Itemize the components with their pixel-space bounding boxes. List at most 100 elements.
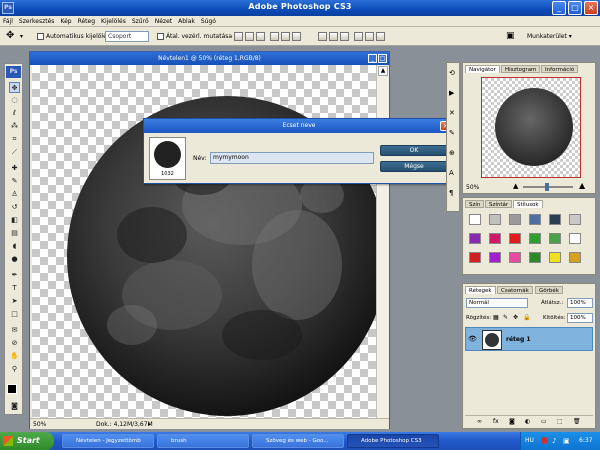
lasso-tool-icon[interactable]: ℓ xyxy=(9,108,20,119)
style-swatch[interactable] xyxy=(529,252,541,263)
move-tool-icon[interactable]: ✥ xyxy=(9,82,20,93)
auto-select-dropdown[interactable]: Csoport xyxy=(105,31,149,42)
history-panel-icon[interactable]: ⟲ xyxy=(449,69,455,77)
minimize-icon[interactable]: _ xyxy=(552,1,566,15)
clone-source-icon[interactable]: ⊕ xyxy=(449,149,455,157)
navigator-zoom[interactable]: 50% xyxy=(466,184,479,191)
menu-file[interactable]: Fájl xyxy=(0,16,16,26)
style-swatch[interactable] xyxy=(489,233,501,244)
link-layers-icon[interactable]: ∞ xyxy=(477,418,482,425)
opacity-field[interactable]: 100% xyxy=(567,298,593,308)
align-center-icon[interactable] xyxy=(281,32,290,41)
style-swatch[interactable] xyxy=(549,233,561,244)
doc-info-arrow-icon[interactable]: ▸ xyxy=(148,421,151,428)
healing-brush-icon[interactable]: ✚ xyxy=(9,163,20,174)
layer-style-icon[interactable]: fx xyxy=(493,418,499,425)
brush-tool-icon[interactable]: ✎ xyxy=(9,176,20,187)
layer-mask-icon[interactable]: ◙ xyxy=(509,418,515,425)
distribute-right-icon[interactable] xyxy=(376,32,385,41)
style-swatch[interactable] xyxy=(529,214,541,225)
align-bottom-icon[interactable] xyxy=(256,32,265,41)
fill-field[interactable]: 100% xyxy=(567,313,593,323)
doc-minimize-icon[interactable]: _ xyxy=(368,54,377,63)
adjustment-layer-icon[interactable]: ◐ xyxy=(525,418,530,425)
maximize-icon[interactable]: □ xyxy=(568,1,582,15)
auto-select-checkbox[interactable] xyxy=(37,33,44,40)
tab-color[interactable]: Szín xyxy=(465,200,485,208)
taskbar-item-photoshop[interactable]: Adobe Photoshop CS3 xyxy=(347,434,439,448)
network-icon[interactable]: ▣ xyxy=(563,432,570,450)
blend-mode-dropdown[interactable]: Normál xyxy=(466,298,528,308)
style-swatch[interactable] xyxy=(489,214,501,225)
distribute-middle-icon[interactable] xyxy=(329,32,338,41)
style-swatch[interactable] xyxy=(509,214,521,225)
dodge-tool-icon[interactable]: ● xyxy=(9,254,20,265)
marquee-tool-icon[interactable]: ◌ xyxy=(9,95,20,106)
zoom-tool-icon[interactable]: ⚲ xyxy=(9,364,20,375)
style-swatch[interactable] xyxy=(469,233,481,244)
foreground-color-swatch[interactable] xyxy=(7,384,17,394)
workspace-button[interactable]: Munkaterület ▾ xyxy=(527,33,572,40)
menu-help[interactable]: Súgó xyxy=(198,16,219,26)
brush-name-input[interactable]: mymymoon xyxy=(210,152,374,164)
tab-navigator[interactable]: Navigátor xyxy=(465,65,500,73)
menu-edit[interactable]: Szerkesztés xyxy=(16,16,58,26)
distribute-left-icon[interactable] xyxy=(354,32,363,41)
menu-view[interactable]: Nézet xyxy=(152,16,175,26)
align-left-icon[interactable] xyxy=(270,32,279,41)
lock-position-icon[interactable]: ✥ xyxy=(513,314,518,321)
eyedropper-tool-icon[interactable]: ⊘ xyxy=(9,338,20,349)
quick-mask-icon[interactable]: ◙ xyxy=(9,401,20,412)
distribute-center-icon[interactable] xyxy=(365,32,374,41)
new-layer-icon[interactable]: ⬚ xyxy=(557,418,563,425)
type-tool-icon[interactable]: T xyxy=(9,283,20,294)
crop-tool-icon[interactable]: ⌗ xyxy=(9,134,20,145)
zoom-slider[interactable] xyxy=(523,183,573,191)
tab-layers[interactable]: Rétegek xyxy=(465,286,496,294)
ok-button[interactable]: OK xyxy=(380,145,448,156)
volume-icon[interactable]: ♪ xyxy=(552,432,556,450)
tab-channels[interactable]: Csatornák xyxy=(497,286,533,294)
distribute-top-icon[interactable] xyxy=(318,32,327,41)
lock-all-icon[interactable]: 🔒 xyxy=(523,314,530,321)
style-swatch[interactable] xyxy=(509,252,521,263)
hand-tool-icon[interactable]: ✋ xyxy=(9,351,20,362)
style-swatch[interactable] xyxy=(569,252,581,263)
lock-pixels-icon[interactable]: ✎ xyxy=(503,314,508,321)
pen-tool-icon[interactable]: ✒ xyxy=(9,270,20,281)
taskbar-item-brush[interactable]: brush xyxy=(157,434,249,448)
workspace-icon[interactable]: ▣ xyxy=(506,31,515,41)
transform-controls-checkbox[interactable] xyxy=(157,33,164,40)
zoom-out-icon[interactable]: ▲ xyxy=(513,182,518,190)
style-swatch[interactable] xyxy=(489,252,501,263)
tool-presets-icon[interactable]: ✕ xyxy=(449,109,455,117)
style-swatch[interactable] xyxy=(549,214,561,225)
character-panel-icon[interactable]: A xyxy=(449,169,454,177)
menu-filter[interactable]: Szűrő xyxy=(129,16,152,26)
path-selection-icon[interactable]: ➤ xyxy=(9,296,20,307)
taskbar-item-browser[interactable]: Szöveg és web - Goo... xyxy=(252,434,344,448)
eraser-tool-icon[interactable]: ◧ xyxy=(9,215,20,226)
close-icon[interactable]: × xyxy=(584,1,598,15)
tab-paths[interactable]: Görbék xyxy=(535,286,563,294)
tab-styles[interactable]: Stílusok xyxy=(513,200,543,208)
taskbar-item-notepad[interactable]: Névtelen - Jegyzettömb xyxy=(62,434,154,448)
layer-name[interactable]: réteg 1 xyxy=(506,336,531,343)
blur-tool-icon[interactable]: ◖ xyxy=(9,241,20,252)
scroll-up-icon[interactable]: ▲ xyxy=(378,66,388,76)
new-group-icon[interactable]: ▭ xyxy=(541,418,547,425)
move-tool-icon[interactable]: ✥ xyxy=(6,30,14,41)
tray-app-icon[interactable] xyxy=(541,437,548,444)
distribute-bottom-icon[interactable] xyxy=(340,32,349,41)
style-swatch[interactable] xyxy=(509,233,521,244)
menu-window[interactable]: Ablak xyxy=(175,16,198,26)
tab-histogram[interactable]: Hisztogram xyxy=(501,65,541,73)
history-brush-icon[interactable]: ↺ xyxy=(9,202,20,213)
layer-visibility-eye-icon[interactable]: 👁 xyxy=(468,335,477,343)
style-swatch[interactable] xyxy=(569,214,581,225)
lock-transparency-icon[interactable]: ▦ xyxy=(493,314,499,321)
menu-select[interactable]: Kijelölés xyxy=(98,16,129,26)
brushes-panel-icon[interactable]: ✎ xyxy=(449,129,455,137)
style-swatch[interactable] xyxy=(469,252,481,263)
style-swatch[interactable] xyxy=(469,214,481,225)
